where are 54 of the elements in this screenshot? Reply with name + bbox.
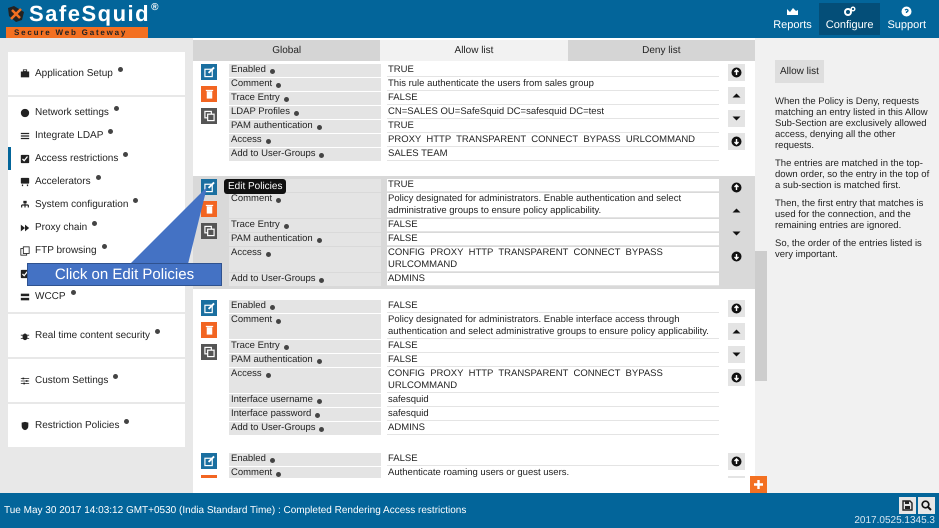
field-value: Policy designated for administrators. Enable interface access through authentication and select administrative groups to ensure policy applicability. [387,314,719,339]
field-value: FALSE [387,233,719,246]
field-label: Comment [229,78,381,91]
field-label: Comment [229,467,381,478]
field-value: FALSE [387,219,719,232]
field-value: PROXY HTTP TRANSPARENT CONNECT BYPASS URLCOMMAND [387,134,719,147]
field-value: safesquid [387,394,719,407]
field-value: TRUE [387,64,719,77]
callout-box: Click on Edit Policies [27,263,222,286]
tagline: Secure Web Gateway [6,27,148,38]
tooltip: Edit Policies [224,179,286,194]
field-value: FALSE [387,453,719,466]
field-label: Access [229,247,381,272]
field-value: FALSE [387,300,719,313]
help-paragraph: The entries are matched in the top-down order, so the entry in the top of a sub-section is matched first. [775,158,930,191]
field-value: FALSE [387,92,719,105]
field-label: Enabled [229,453,381,466]
field-label: Enabled [229,64,381,77]
help-paragraph: Then, the first entry that matches is used for the connection, and the remaining entries are ignored. [775,198,924,231]
field-label: PAM authentication [229,233,381,246]
status-message: Tue May 30 2017 14:03:12 GMT+0530 (India Standard Time) : Completed Rendering Access restrictions [4,504,466,518]
field-label: Add to User-Groups [229,148,381,161]
field-label: Access [229,134,381,147]
field-label: Add to User-Groups [229,273,381,286]
field-label: Trace Entry [229,219,381,232]
field-label: Interface username [229,394,381,407]
field-label: Comment [229,193,381,218]
help-paragraph: So, the order of the entries listed is very important. [775,238,923,260]
field-label: Enabled [229,300,381,313]
field-value: CONFIG PROXY HTTP TRANSPARENT CONNECT BYPASS URLCOMMAND [387,247,719,272]
field-value: This rule authenticate the users from sales group [387,78,719,91]
field-label: Trace Entry [229,92,381,105]
field-label: PAM authentication [229,120,381,133]
field-value: FALSE [387,354,719,367]
field-value: ADMINS [387,273,719,286]
help-title: Allow list [775,60,824,83]
field-value: TRUE [387,120,719,133]
field-value: Policy designated for administrators. Enable authentication and select administrative groups to ensure policy applicability. [387,193,719,218]
version-number: 2017.0525.1345.3 [854,515,935,527]
field-label: Trace Entry [229,340,381,353]
field-label: Add to User-Groups [229,422,381,435]
field-value: safesquid [387,408,719,421]
field-value: FALSE [387,340,719,353]
field-label: Comment [229,314,381,339]
field-label: Access [229,368,381,393]
logo-text: SafeSquid® [29,3,160,25]
field-label: Interface password [229,408,381,421]
help-paragraph: When the Policy is Deny, requests matching an entry listed in this Allow Sub-Section are exclusively allowed access, denying all the other requests. [775,96,929,151]
field-label: LDAP Profiles [229,106,381,119]
field-value: CN=SALES OU=SafeSquid DC=safesquid DC=test [387,106,719,119]
field-value: TRUE [387,179,719,192]
field-value: SALES TEAM [387,148,719,161]
field-label: PAM authentication [229,354,381,367]
field-value: ADMINS [387,422,719,435]
